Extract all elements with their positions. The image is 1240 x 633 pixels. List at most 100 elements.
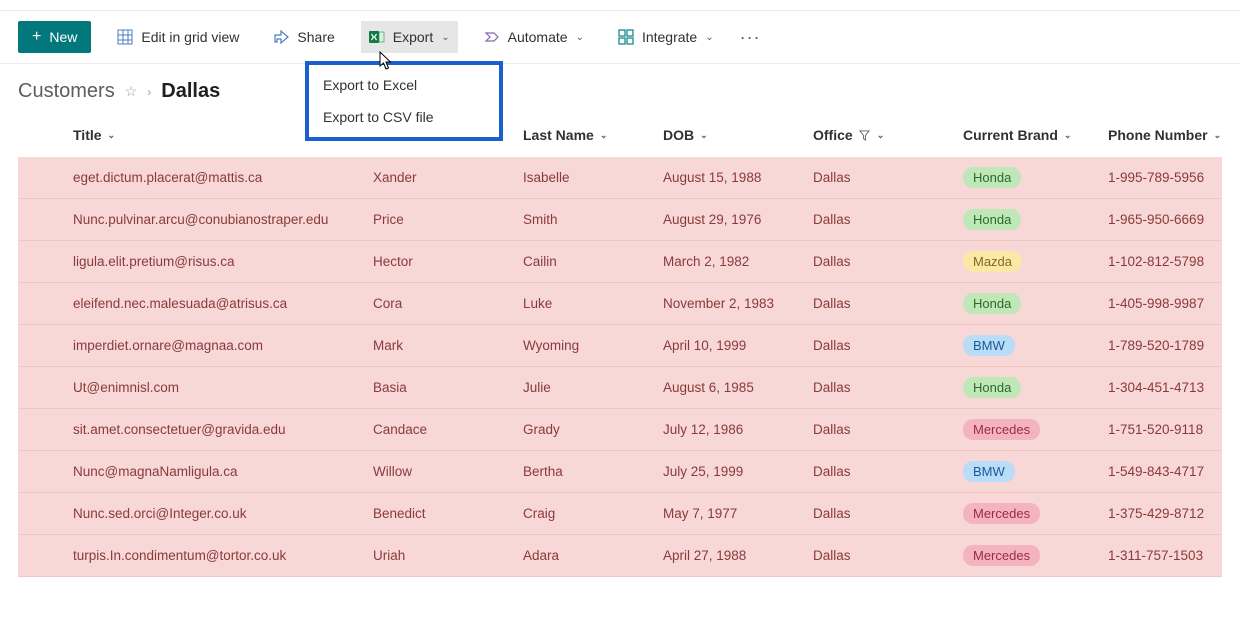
more-actions-button[interactable]: ···: [740, 27, 761, 48]
cell-last-name: Smith: [523, 212, 663, 227]
breadcrumb-root[interactable]: Customers: [18, 80, 115, 103]
cell-title[interactable]: Nunc@magnaNamligula.ca: [73, 464, 373, 479]
cell-phone: 1-549-843-4717: [1108, 464, 1238, 479]
brand-badge: Honda: [963, 293, 1021, 314]
table-row[interactable]: eleifend.nec.malesuada@atrisus.caCoraLuk…: [18, 283, 1222, 325]
cell-office: Dallas: [813, 254, 963, 269]
table-row[interactable]: turpis.In.condimentum@tortor.co.ukUriahA…: [18, 535, 1222, 577]
brand-badge: BMW: [963, 461, 1015, 482]
cell-last-name: Cailin: [523, 254, 663, 269]
cell-first-name: Candace: [373, 422, 523, 437]
share-label: Share: [297, 29, 334, 45]
edit-grid-button[interactable]: Edit in grid view: [109, 21, 247, 53]
cell-dob: July 25, 1999: [663, 464, 813, 479]
cell-phone: 1-789-520-1789: [1108, 338, 1238, 353]
export-dropdown: Export to Excel Export to CSV file: [305, 61, 503, 141]
cell-office: Dallas: [813, 548, 963, 563]
cell-office: Dallas: [813, 464, 963, 479]
column-header-office[interactable]: Office ⌄: [813, 127, 963, 143]
brand-badge: Honda: [963, 377, 1021, 398]
table-row[interactable]: Nunc@magnaNamligula.caWillowBerthaJuly 2…: [18, 451, 1222, 493]
export-button[interactable]: Export ⌄: [361, 21, 458, 53]
table-row[interactable]: Nunc.sed.orci@Integer.co.ukBenedictCraig…: [18, 493, 1222, 535]
table-row[interactable]: Ut@enimnisl.comBasiaJulieAugust 6, 1985D…: [18, 367, 1222, 409]
chevron-down-icon: ⌄: [108, 130, 116, 141]
automate-label: Automate: [508, 29, 568, 45]
cell-title[interactable]: eget.dictum.placerat@mattis.ca: [73, 170, 373, 185]
cell-phone: 1-751-520-9118: [1108, 422, 1238, 437]
column-header-dob[interactable]: DOB ⌄: [663, 127, 813, 143]
brand-badge: Mazda: [963, 251, 1022, 272]
share-button[interactable]: Share: [265, 21, 342, 53]
cell-phone: 1-405-998-9987: [1108, 296, 1238, 311]
cell-phone: 1-375-429-8712: [1108, 506, 1238, 521]
cell-last-name: Grady: [523, 422, 663, 437]
cell-dob: July 12, 1986: [663, 422, 813, 437]
table-row[interactable]: sit.amet.consectetuer@gravida.eduCandace…: [18, 409, 1222, 451]
chevron-down-icon: ⌄: [705, 32, 713, 43]
cell-last-name: Wyoming: [523, 338, 663, 353]
cell-dob: November 2, 1983: [663, 296, 813, 311]
table-row[interactable]: imperdiet.ornare@magnaa.comMarkWyomingAp…: [18, 325, 1222, 367]
column-label: Last Name: [523, 127, 594, 143]
brand-badge: Honda: [963, 167, 1021, 188]
table-row[interactable]: eget.dictum.placerat@mattis.caXanderIsab…: [18, 157, 1222, 199]
cell-office: Dallas: [813, 380, 963, 395]
cell-title[interactable]: imperdiet.ornare@magnaa.com: [73, 338, 373, 353]
automate-button[interactable]: Automate ⌄: [476, 21, 592, 53]
cell-title[interactable]: Nunc.pulvinar.arcu@conubianostraper.edu: [73, 212, 373, 227]
cell-brand: Mercedes: [963, 503, 1108, 524]
cell-last-name: Isabelle: [523, 170, 663, 185]
export-csv-label: Export to CSV file: [323, 109, 434, 125]
integrate-icon: [618, 29, 634, 45]
column-header-brand[interactable]: Current Brand ⌄: [963, 127, 1108, 143]
grid-header: Title ⌄ First Name ⌄ Last Name ⌄ DOB ⌄ O…: [18, 113, 1222, 157]
cell-title[interactable]: sit.amet.consectetuer@gravida.edu: [73, 422, 373, 437]
cell-office: Dallas: [813, 506, 963, 521]
cell-brand: Honda: [963, 293, 1108, 314]
column-label: Phone Number: [1108, 127, 1208, 143]
cell-title[interactable]: turpis.In.condimentum@tortor.co.uk: [73, 548, 373, 563]
cell-office: Dallas: [813, 212, 963, 227]
brand-badge: Mercedes: [963, 503, 1040, 524]
favorite-star-icon[interactable]: ☆: [125, 83, 138, 100]
export-csv-item[interactable]: Export to CSV file: [309, 101, 499, 133]
cell-last-name: Adara: [523, 548, 663, 563]
cell-brand: Honda: [963, 167, 1108, 188]
brand-badge: Honda: [963, 209, 1021, 230]
integrate-label: Integrate: [642, 29, 697, 45]
cell-office: Dallas: [813, 422, 963, 437]
column-header-phone[interactable]: Phone Number ⌄: [1108, 127, 1238, 143]
chevron-down-icon: ⌄: [1064, 130, 1072, 141]
cell-dob: April 27, 1988: [663, 548, 813, 563]
filter-icon: [859, 129, 871, 141]
export-label: Export: [393, 29, 433, 45]
cell-title[interactable]: Ut@enimnisl.com: [73, 380, 373, 395]
table-row[interactable]: Nunc.pulvinar.arcu@conubianostraper.eduP…: [18, 199, 1222, 241]
breadcrumb-separator-icon: ›: [147, 85, 151, 99]
cell-dob: August 15, 1988: [663, 170, 813, 185]
cell-title[interactable]: Nunc.sed.orci@Integer.co.uk: [73, 506, 373, 521]
column-label: Title: [73, 127, 102, 143]
export-excel-label: Export to Excel: [323, 77, 417, 93]
cell-last-name: Bertha: [523, 464, 663, 479]
column-label: Office: [813, 127, 853, 143]
cell-brand: Mercedes: [963, 545, 1108, 566]
brand-badge: Mercedes: [963, 419, 1040, 440]
cell-title[interactable]: eleifend.nec.malesuada@atrisus.ca: [73, 296, 373, 311]
new-button[interactable]: + New: [18, 21, 91, 53]
cell-last-name: Luke: [523, 296, 663, 311]
table-row[interactable]: ligula.elit.pretium@risus.caHectorCailin…: [18, 241, 1222, 283]
column-label: DOB: [663, 127, 694, 143]
cell-dob: August 29, 1976: [663, 212, 813, 227]
cell-first-name: Mark: [373, 338, 523, 353]
cell-brand: Honda: [963, 209, 1108, 230]
cell-title[interactable]: ligula.elit.pretium@risus.ca: [73, 254, 373, 269]
cell-phone: 1-965-950-6669: [1108, 212, 1238, 227]
cell-first-name: Price: [373, 212, 523, 227]
column-header-last-name[interactable]: Last Name ⌄: [523, 127, 663, 143]
export-excel-item[interactable]: Export to Excel: [309, 69, 499, 101]
cell-brand: BMW: [963, 461, 1108, 482]
integrate-button[interactable]: Integrate ⌄: [610, 21, 722, 53]
cell-phone: 1-311-757-1503: [1108, 548, 1238, 563]
